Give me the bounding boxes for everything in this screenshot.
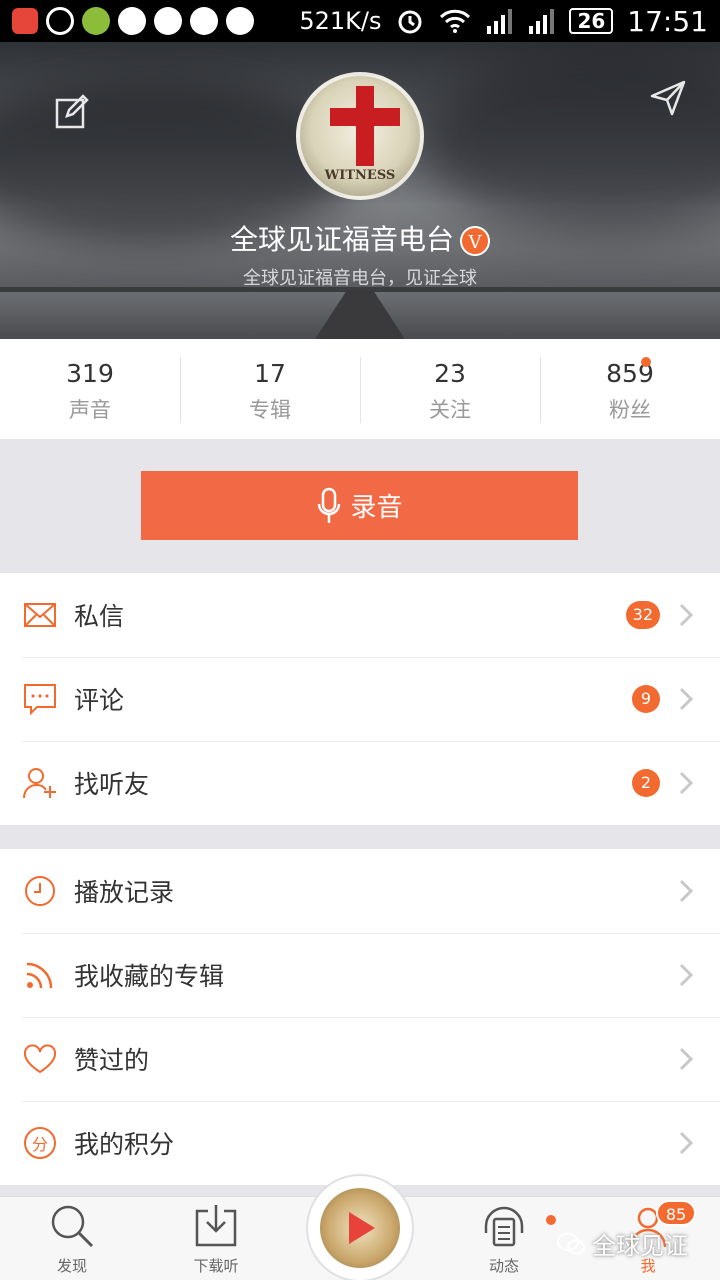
stat-sounds[interactable]: 319 声音 (0, 339, 180, 439)
profile-subtitle: 全球见证福音电台，见证全球 (243, 268, 477, 289)
stat-value: 859 (606, 359, 654, 388)
list-item-comments[interactable]: 评论 9 (0, 657, 720, 741)
count-badge: 2 (632, 769, 660, 797)
item-label: 我收藏的专辑 (74, 962, 225, 991)
play-icon (349, 1212, 375, 1244)
points-icon: 分 (24, 1127, 56, 1159)
chevron-right-icon (679, 1131, 694, 1155)
item-label: 私信 (74, 602, 125, 631)
whatsapp-icon (46, 7, 74, 35)
tab-download[interactable]: 下载听 (166, 1203, 266, 1276)
signal-icon (487, 9, 513, 34)
record-button[interactable]: 录音 (141, 471, 578, 540)
download-icon (195, 1205, 237, 1247)
status-bar: 521K/s 26 17:51 (0, 0, 720, 42)
headphones-icon (484, 1206, 524, 1247)
item-label: 找听友 (74, 770, 150, 799)
app-notification-icon (12, 8, 38, 34)
album-disc (320, 1188, 400, 1268)
share-icon[interactable] (648, 78, 688, 118)
watermark: 全球见证 (556, 1226, 688, 1261)
wifi-icon (440, 9, 471, 33)
stat-value: 17 (254, 359, 286, 388)
stat-albums[interactable]: 17 专辑 (180, 339, 360, 439)
add-friend-icon (22, 765, 58, 801)
battery-indicator: 26 (569, 8, 614, 34)
microphone-icon (318, 487, 341, 523)
messages-group: 私信 32 评论 9 找听友 2 (0, 573, 720, 825)
library-group: 播放记录 我收藏的专辑 赞过的 分 我的积分 (0, 849, 720, 1185)
chevron-right-icon (679, 687, 694, 711)
count-badge: 9 (632, 685, 660, 713)
list-item-liked[interactable]: 赞过的 (0, 1017, 720, 1101)
list-item-play-history[interactable]: 播放记录 (0, 849, 720, 933)
profile-name-row: 全球见证福音电台 V (0, 218, 720, 258)
watermark-text: 全球见证 (592, 1232, 688, 1260)
clock: 17:51 (627, 4, 708, 38)
chat-bubble-icon (190, 7, 218, 35)
signal-icon (529, 9, 555, 34)
stat-label: 声音 (69, 398, 111, 422)
search-icon (51, 1205, 94, 1248)
chat-bubble-icon (226, 7, 254, 35)
cross-shape (330, 108, 400, 126)
chevron-right-icon (679, 1047, 694, 1071)
tab-label: 发现 (56, 1257, 87, 1275)
list-item-favorite-albums[interactable]: 我收藏的专辑 (0, 933, 720, 1017)
stat-following[interactable]: 23 关注 (360, 339, 540, 439)
stat-fans[interactable]: 859 粉丝 (540, 339, 720, 439)
heart-icon (22, 1041, 58, 1077)
rss-icon (22, 957, 58, 993)
tab-discover[interactable]: 发现 (22, 1203, 122, 1276)
list-item-points[interactable]: 分 我的积分 (0, 1101, 720, 1185)
activity-dot (546, 1215, 556, 1225)
mail-icon (22, 597, 58, 633)
stat-label: 专辑 (249, 398, 291, 422)
profile-stats: 319 声音 17 专辑 23 关注 859 粉丝 (0, 339, 720, 439)
item-label: 评论 (74, 686, 125, 715)
chevron-right-icon (679, 771, 694, 795)
points-icon-char: 分 (31, 1135, 48, 1154)
profile-name: 全球见证福音电台 (229, 223, 454, 256)
chevron-right-icon (679, 879, 694, 903)
tab-label: 下载听 (193, 1257, 239, 1275)
list-item-messages[interactable]: 私信 32 (0, 573, 720, 657)
network-speed: 521K/s (299, 7, 382, 35)
wechat-icon (118, 7, 146, 35)
stat-label: 关注 (429, 398, 471, 422)
avatar[interactable]: WITNESS (296, 72, 424, 200)
game-icon (82, 7, 110, 35)
item-label: 赞过的 (74, 1046, 150, 1075)
me-count-badge: 85 (656, 1200, 696, 1226)
comment-icon (22, 681, 58, 717)
new-fans-dot (641, 357, 651, 367)
edit-icon[interactable] (54, 94, 90, 130)
item-label: 我的积分 (74, 1130, 175, 1159)
item-label: 播放记录 (74, 878, 175, 907)
stat-label: 粉丝 (609, 398, 651, 422)
chevron-right-icon (679, 963, 694, 987)
verified-badge: V (460, 226, 490, 256)
avatar-text: WITNESS (324, 168, 396, 183)
stat-value: 23 (434, 359, 466, 388)
now-playing-button[interactable] (306, 1174, 414, 1280)
tab-activity[interactable]: 动态 (454, 1203, 554, 1276)
cross-shape (356, 86, 374, 166)
chevron-right-icon (679, 603, 694, 627)
alarm-icon (398, 10, 422, 34)
chat-bubble-icon (154, 7, 182, 35)
clock-icon (22, 873, 58, 909)
stat-value: 319 (66, 359, 114, 388)
list-item-find-friends[interactable]: 找听友 2 (0, 741, 720, 825)
wechat-icon (557, 1232, 585, 1254)
tab-label: 动态 (488, 1257, 519, 1275)
record-label: 录音 (350, 493, 403, 523)
profile-header: WITNESS 全球见证福音电台 V 全球见证福音电台，见证全球 (0, 42, 720, 339)
count-badge: 32 (625, 601, 660, 629)
